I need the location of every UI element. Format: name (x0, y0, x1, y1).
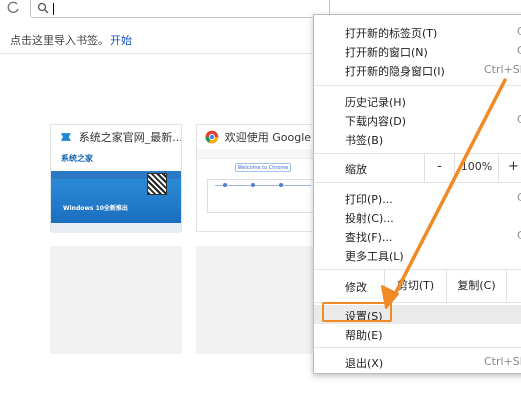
edit-label: 修改 (345, 281, 367, 294)
menu-item-label: 帮助(E) (345, 329, 383, 342)
menu-item-label: 查找(F)... (345, 231, 393, 244)
menu-item-label: 打印(P)... (345, 193, 393, 206)
menu-item-label: 退出(X) (345, 357, 384, 370)
zoom-row: 缩放 - 100% + (314, 154, 521, 182)
menu-separator (314, 182, 521, 183)
address-bar[interactable] (30, 0, 330, 18)
menu-item-print[interactable]: 打印(P)... C (314, 188, 521, 207)
menu-item-new-incognito-window[interactable]: 打开新的隐身窗口(I) Ctrl+Sh (314, 60, 521, 79)
menu-separator (314, 347, 521, 348)
menu-item-label: 投射(C)... (345, 212, 394, 225)
thumb-welcome-text: Welcome to Chrome (235, 163, 291, 172)
qr-code-image (147, 173, 167, 195)
menu-item-label: 书签(B) (345, 134, 384, 147)
menu-item-shortcut: C (517, 229, 521, 242)
menu-item-bookmarks[interactable]: 书签(B) (314, 129, 521, 148)
menu-item-downloads[interactable]: 下载内容(D) C (314, 110, 521, 129)
tile-title: 系统之家官网_最新... (78, 131, 181, 144)
search-icon (37, 2, 49, 14)
zoom-in-button[interactable]: + (498, 154, 521, 182)
paste-button[interactable] (506, 270, 521, 302)
menu-item-help[interactable]: 帮助(E) (314, 324, 521, 343)
thumb-banner-text: Windows 10全新推出 (63, 205, 128, 212)
menu-item-label: 打开新的窗口(N) (345, 46, 428, 59)
cut-button[interactable]: 剪切(T) (384, 270, 446, 302)
copy-button[interactable]: 复制(C) (446, 270, 506, 302)
tile-header: 系统之家官网_最新... (51, 125, 181, 149)
site-favicon-icon (60, 133, 71, 141)
thumb-step-dot (279, 183, 283, 187)
menu-item-shortcut: C (517, 191, 521, 204)
reload-icon[interactable] (6, 0, 20, 16)
menu-item-label: 历史记录(H) (345, 96, 406, 109)
text-cursor (53, 3, 54, 15)
menu-item-history[interactable]: 历史记录(H) (314, 91, 521, 110)
thumb-progress-line (215, 185, 311, 186)
menu-item-label: 打开新的隐身窗口(I) (345, 65, 445, 78)
menu-separator (314, 85, 521, 86)
menu-item-label: 打开新的标签页(T) (345, 27, 438, 40)
most-visited-tile-1[interactable]: 系统之家官网_最新... 系统之家 Windows 10全新推出 (50, 124, 182, 233)
settings-highlight-box (322, 302, 392, 322)
menu-item-label: 更多工具(L) (345, 250, 404, 263)
tile-thumbnail: 系统之家 Windows 10全新推出 (51, 149, 181, 233)
menu-item-new-tab[interactable]: 打开新的标签页(T) C (314, 22, 521, 41)
thumb-step-dot (251, 183, 255, 187)
menu-item-exit[interactable]: 退出(X) Ctrl+Sh (314, 352, 521, 371)
zoom-label: 缩放 (345, 163, 367, 176)
thumb-step-dot (223, 183, 227, 187)
menu-item-shortcut: Ctrl+Sh (484, 63, 521, 76)
menu-item-find[interactable]: 查找(F)... C (314, 226, 521, 245)
empty-tile (196, 246, 328, 354)
zoom-out-button[interactable]: - (424, 154, 454, 182)
most-visited-tile-2[interactable]: 欢迎使用 Google C... Welcome to Chrome (196, 124, 328, 232)
import-bookmarks-prompt: 点击这里导入书签。 (10, 34, 109, 47)
menu-item-shortcut: C (517, 44, 521, 57)
tile-title: 欢迎使用 Google C... (224, 131, 327, 144)
menu-item-label: 下载内容(D) (345, 115, 407, 128)
menu-item-new-window[interactable]: 打开新的窗口(N) C (314, 41, 521, 60)
menu-item-cast[interactable]: 投射(C)... (314, 207, 521, 226)
zoom-level-value: 100% (454, 154, 498, 182)
import-bookmarks-start-link[interactable]: 开始 (110, 32, 132, 48)
thumb-header (197, 149, 327, 159)
thumb-footer (51, 223, 181, 233)
edit-row: 修改 剪切(T) 复制(C) (314, 270, 521, 302)
menu-item-shortcut: C (517, 113, 521, 126)
menu-item-shortcut: Ctrl+Sh (484, 355, 521, 368)
menu-item-more-tools[interactable]: 更多工具(L) (314, 245, 521, 264)
tile-thumbnail: Welcome to Chrome (197, 149, 327, 233)
thumb-logo: 系统之家 (61, 154, 93, 163)
menu-item-shortcut: C (517, 25, 521, 38)
tile-header: 欢迎使用 Google C... (197, 125, 327, 149)
chrome-logo-icon (205, 130, 219, 144)
empty-tile (50, 246, 182, 354)
